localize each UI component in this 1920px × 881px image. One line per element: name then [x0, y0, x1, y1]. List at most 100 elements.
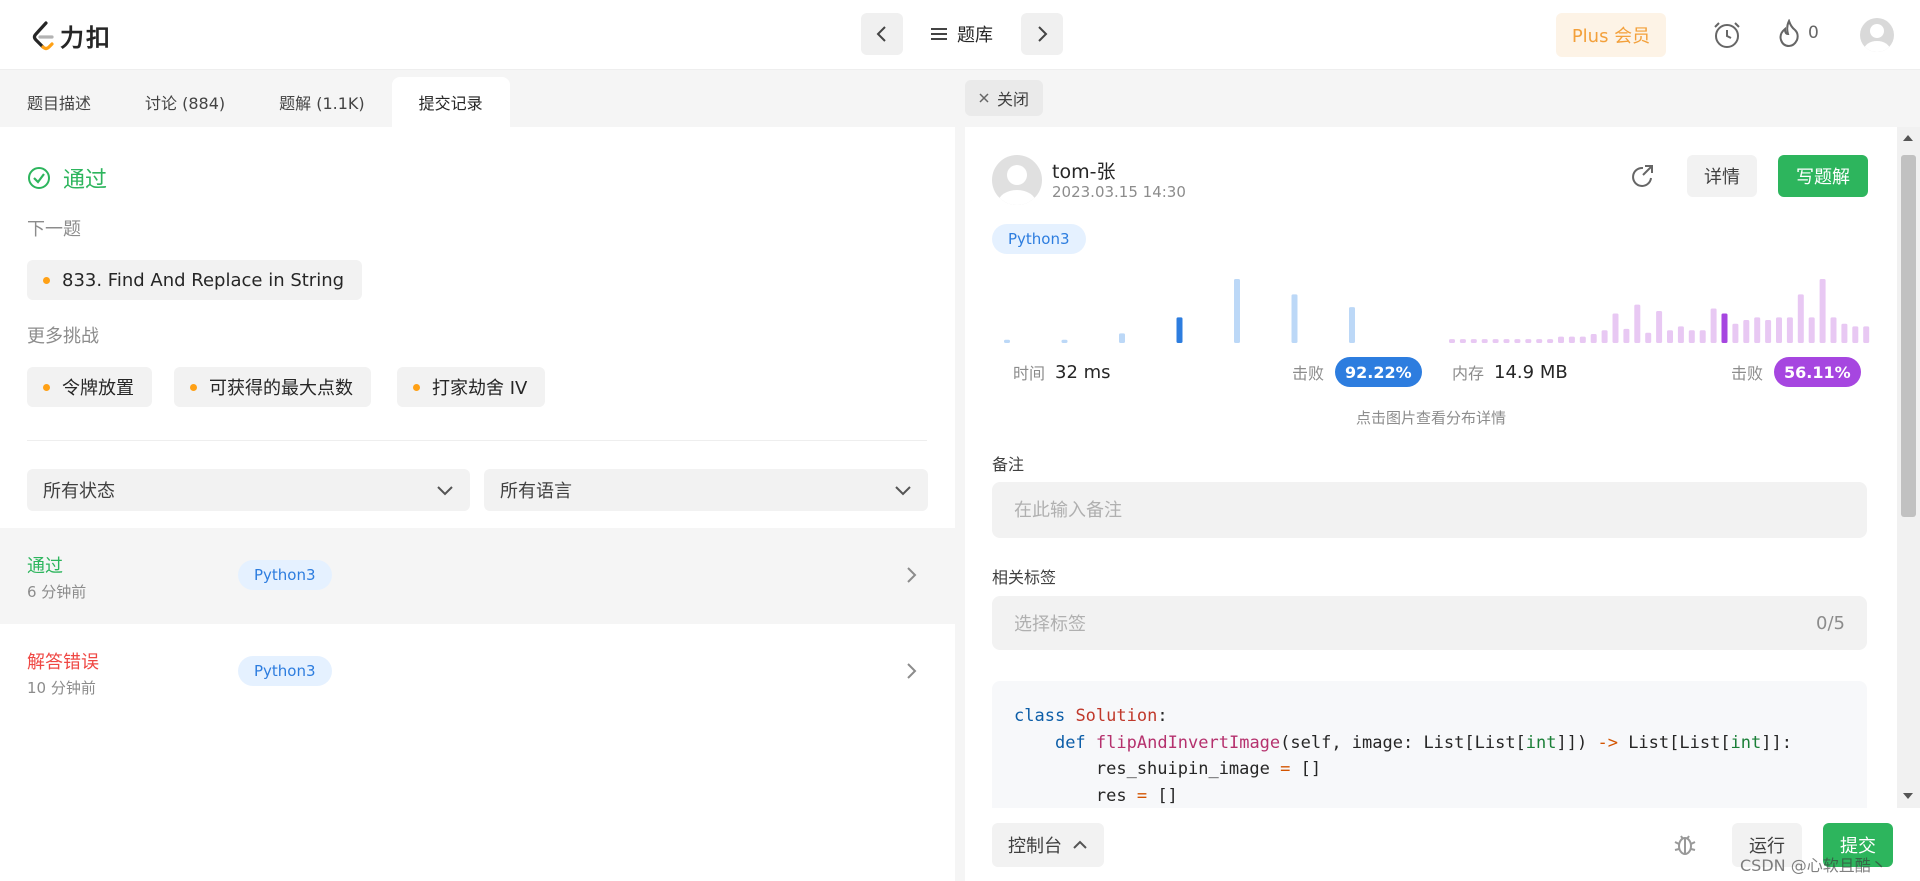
- memory-bar: [1786, 317, 1793, 343]
- runtime-stat: 时间 32 ms: [1013, 360, 1111, 384]
- memory-bar: [1808, 317, 1815, 343]
- memory-bar: [1677, 326, 1684, 343]
- write-solution-button[interactable]: 写题解: [1778, 155, 1868, 197]
- author-name: tom-张: [1052, 161, 1116, 183]
- tab-discussion[interactable]: 讨论 (884): [118, 77, 252, 127]
- chevron-down-icon: [895, 486, 911, 496]
- memory-bar: [1579, 336, 1586, 343]
- submission-row[interactable]: 通过 6 分钟前 Python3: [0, 528, 955, 624]
- avatar-placeholder-icon: [1864, 24, 1890, 52]
- challenge-chip[interactable]: 打家劫舍 IV: [397, 367, 546, 407]
- chart-hint: 点击图片查看分布详情: [1355, 409, 1506, 427]
- scroll-up-arrow[interactable]: [1903, 135, 1913, 141]
- plus-membership-button[interactable]: Plus 会员: [1556, 13, 1666, 57]
- difficulty-dot: [43, 383, 50, 391]
- right-tab-bar: 关闭: [965, 70, 1920, 127]
- memory-bar: [1667, 330, 1673, 343]
- memory-bar: [1765, 319, 1772, 343]
- close-detail-tab[interactable]: 关闭: [965, 80, 1044, 116]
- problem-library-button[interactable]: 题库: [917, 21, 1007, 47]
- console-toggle-button[interactable]: 控制台: [992, 823, 1104, 867]
- next-problem-button[interactable]: [1021, 13, 1063, 55]
- code-line: res = []: [1014, 785, 1178, 806]
- memory-bar: [1612, 313, 1619, 343]
- memory-bar: [1634, 304, 1641, 343]
- memory-value: 14.9 MB: [1494, 361, 1568, 383]
- tags-select[interactable]: 选择标签 0/5: [992, 596, 1867, 650]
- submission-status: 解答错误: [27, 652, 99, 673]
- language-filter-select[interactable]: 所有语言: [484, 469, 928, 511]
- beat-label: 击败: [1731, 364, 1764, 383]
- challenge-title: 打家劫舍 IV: [432, 378, 528, 399]
- share-icon[interactable]: [1630, 164, 1656, 190]
- check-circle-icon: [28, 167, 50, 189]
- memory-bar: [1754, 317, 1761, 343]
- submission-list-panel: 题目描述 讨论 (884) 题解 (1.1K) 提交记录 通过 下一题 833.…: [0, 70, 955, 881]
- language-badge: Python3: [238, 560, 332, 590]
- challenge-chip[interactable]: 可获得的最大点数: [174, 367, 371, 407]
- distribution-chart[interactable]: [992, 267, 1872, 367]
- runtime-bar: [1004, 339, 1010, 343]
- detail-scrollbar[interactable]: [1897, 127, 1920, 808]
- top-navbar: 力扣 题库 Plus 会员 0: [0, 0, 1920, 70]
- note-input[interactable]: [992, 482, 1867, 538]
- submission-status: 通过: [27, 556, 63, 577]
- user-avatar-button[interactable]: [1860, 18, 1894, 52]
- status-filter-value: 所有状态: [43, 481, 115, 502]
- memory-bar: [1601, 330, 1608, 343]
- difficulty-dot: [190, 383, 197, 391]
- streak-counter[interactable]: 0: [1778, 19, 1819, 47]
- memory-bar: [1547, 339, 1554, 343]
- challenge-title: 令牌放置: [62, 378, 134, 399]
- memory-beat-label: 击败: [1731, 360, 1763, 384]
- watermark: CSDN @心软且酷丶: [1740, 856, 1887, 875]
- memory-bar: [1623, 328, 1630, 343]
- tab-solutions[interactable]: 题解 (1.1K): [252, 77, 392, 127]
- tags-label: 相关标签: [992, 568, 1057, 587]
- difficulty-dot: [43, 276, 50, 284]
- runtime-bar: [1291, 294, 1298, 343]
- chevron-right-icon: [907, 567, 917, 583]
- more-challenges-label: 更多挑战: [27, 326, 99, 347]
- library-label: 题库: [957, 25, 993, 46]
- avatar-placeholder-icon: [998, 165, 1036, 205]
- scroll-thumb[interactable]: [1901, 155, 1916, 517]
- panel-splitter[interactable]: [955, 70, 965, 881]
- memory-bar: [1656, 311, 1663, 343]
- memory-bar: [1449, 339, 1455, 343]
- next-problem-chip[interactable]: 833. Find And Replace in String: [27, 260, 363, 300]
- console-label: 控制台: [1008, 836, 1062, 857]
- runtime-beat-badge: 92.22%: [1335, 357, 1422, 387]
- memory-bar: [1841, 323, 1848, 343]
- streak-count: 0: [1808, 23, 1819, 43]
- section-divider: [27, 440, 927, 441]
- memory-bar: [1830, 317, 1837, 343]
- submission-row[interactable]: 解答错误 10 分钟前 Python3: [0, 624, 955, 720]
- memory-label: 内存: [1452, 364, 1485, 383]
- scroll-down-arrow[interactable]: [1903, 793, 1913, 799]
- memory-bar: [1743, 319, 1750, 343]
- debug-bug-icon[interactable]: [1671, 830, 1699, 858]
- challenge-chip[interactable]: 令牌放置: [27, 367, 152, 407]
- close-tab-label: 关闭: [997, 90, 1030, 109]
- next-problem-label: 下一题: [27, 219, 81, 240]
- runtime-bar: [1176, 317, 1183, 343]
- logo[interactable]: 力扣: [30, 18, 112, 53]
- status-filter-select[interactable]: 所有状态: [27, 469, 470, 511]
- memory-bar: [1852, 326, 1859, 343]
- tab-description[interactable]: 题目描述: [0, 77, 118, 127]
- memory-bar: [1459, 339, 1466, 343]
- alarm-clock-icon[interactable]: [1712, 20, 1742, 50]
- detail-button[interactable]: 详情: [1687, 155, 1757, 197]
- tab-submissions[interactable]: 提交记录: [391, 77, 510, 127]
- runtime-bar: [1349, 307, 1355, 343]
- note-label: 备注: [992, 455, 1025, 474]
- memory-bar: [1688, 330, 1695, 343]
- memory-bar: [1699, 330, 1706, 343]
- memory-bar: [1470, 339, 1477, 343]
- memory-bar: [1732, 323, 1739, 343]
- runtime-bar: [1061, 339, 1068, 343]
- prev-problem-button[interactable]: [861, 13, 903, 55]
- chevron-down-icon: [437, 486, 453, 496]
- memory-bar: [1514, 339, 1521, 343]
